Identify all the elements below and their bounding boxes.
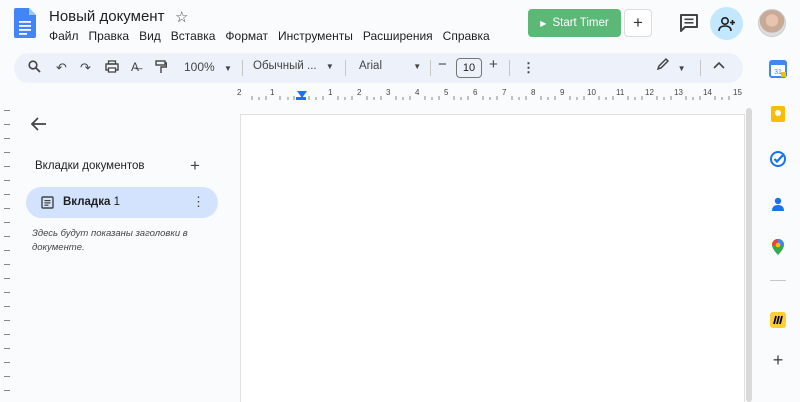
play-icon: ▶ <box>540 18 547 28</box>
ruler-label: 15 <box>733 88 742 97</box>
tab-label: Вкладка 1 <box>63 196 120 208</box>
maps-icon[interactable] <box>769 238 787 256</box>
search-icon[interactable] <box>28 60 41 76</box>
avatar[interactable] <box>758 9 786 37</box>
menu-file[interactable]: Файл <box>49 29 79 43</box>
document-tabs-title: Вкладки документов <box>35 160 145 172</box>
chevron-down-icon: ▼ <box>677 64 686 73</box>
editing-mode-button[interactable]: ▼ <box>656 57 686 74</box>
ruler-label: 3 <box>386 88 391 97</box>
ruler-label: 9 <box>560 88 565 97</box>
tab-number: 1 <box>113 196 120 208</box>
calendar-icon[interactable]: 31 <box>769 60 787 78</box>
ruler-label: 12 <box>645 88 654 97</box>
chevron-down-icon: ▼ <box>413 62 422 71</box>
add-tab-button[interactable]: + <box>190 156 200 176</box>
contacts-icon[interactable] <box>769 195 787 213</box>
print-icon[interactable] <box>105 60 119 76</box>
outline-hint: Здесь будут показаны заголовки в докумен… <box>32 228 188 253</box>
back-arrow-icon[interactable] <box>30 115 47 136</box>
side-panel: 31 + <box>757 50 800 402</box>
header: Новый документ ☆ Файл Правка Вид Вставка… <box>0 0 800 50</box>
tasks-icon[interactable] <box>769 150 787 168</box>
document-icon <box>41 196 54 209</box>
ruler-label: 7 <box>502 88 507 97</box>
start-timer-button[interactable]: ▶ Start Timer <box>528 9 621 37</box>
docs-logo-icon[interactable] <box>14 8 36 38</box>
toolbar-divider <box>430 60 431 76</box>
collapse-toolbar-icon[interactable] <box>713 58 725 73</box>
pencil-icon <box>656 57 670 71</box>
menu-insert[interactable]: Вставка <box>171 29 216 43</box>
chevron-down-icon: ▼ <box>224 64 232 73</box>
ruler-label: 6 <box>473 88 478 97</box>
side-panel-divider <box>770 280 786 281</box>
zoom-select[interactable]: 100% ▼ <box>184 60 232 74</box>
ruler-label: 10 <box>587 88 596 97</box>
font-size-input[interactable]: 10 <box>456 58 482 78</box>
chevron-down-icon: ▼ <box>325 62 334 71</box>
ruler-label: 5 <box>444 88 449 97</box>
zoom-value: 100% <box>184 60 215 74</box>
add-person-icon <box>717 16 735 31</box>
keep-icon[interactable] <box>769 105 787 123</box>
paint-format-icon[interactable] <box>155 60 168 77</box>
menu-edit[interactable]: Правка <box>89 29 130 43</box>
comment-icon[interactable] <box>678 12 700 34</box>
menu-view[interactable]: Вид <box>139 29 161 43</box>
first-line-indent-marker[interactable] <box>296 97 306 100</box>
tab-label-text: Вкладка <box>63 196 111 208</box>
tab-item-1[interactable]: Вкладка 1 ⋮ <box>26 187 218 218</box>
toolbar-divider <box>700 60 701 76</box>
toolbar-divider <box>509 60 510 76</box>
ruler-label: 4 <box>415 88 420 97</box>
ruler-label: 13 <box>674 88 683 97</box>
increase-font-size-button[interactable]: + <box>489 56 498 73</box>
menu-extensions[interactable]: Расширения <box>363 29 433 43</box>
ruler-label: 2 <box>237 88 242 97</box>
ruler-label: 11 <box>616 88 625 97</box>
spellcheck-icon[interactable]: A̶ <box>131 60 139 74</box>
menu-format[interactable]: Формат <box>225 29 268 43</box>
font-select[interactable]: Arial ▼ <box>359 60 421 72</box>
get-addons-plus-icon[interactable]: + <box>769 351 787 369</box>
ruler-label: 14 <box>703 88 712 97</box>
svg-text:31: 31 <box>774 69 782 76</box>
vertical-scrollbar[interactable] <box>746 108 752 402</box>
star-icon[interactable]: ☆ <box>175 8 188 26</box>
vertical-ruler[interactable] <box>0 102 14 402</box>
menu-bar: Файл Правка Вид Вставка Формат Инструмен… <box>49 29 500 43</box>
ruler-label: 8 <box>531 88 536 97</box>
more-options-icon[interactable]: ⋮ <box>522 60 535 76</box>
style-value: Обычный ... <box>253 60 317 72</box>
document-page[interactable] <box>240 114 745 402</box>
menu-help[interactable]: Справка <box>443 29 490 43</box>
ruler-label: 1 <box>328 88 333 97</box>
horizontal-ruler[interactable]: 2 1 1 2 3 4 5 6 7 8 9 10 11 12 13 14 15 <box>237 88 744 102</box>
decrease-font-size-button[interactable]: − <box>438 56 447 73</box>
undo-icon[interactable]: ↶ <box>56 60 67 76</box>
style-select[interactable]: Обычный ... ▼ <box>253 60 334 72</box>
toolbar-divider <box>345 60 346 76</box>
redo-icon[interactable]: ↷ <box>80 60 91 76</box>
start-timer-label: Start Timer <box>552 17 609 29</box>
share-button[interactable] <box>710 7 743 40</box>
more-options-icon[interactable]: ⋮ <box>192 194 205 210</box>
miro-icon[interactable] <box>769 311 787 329</box>
ruler-label: 2 <box>357 88 362 97</box>
ruler-label: 1 <box>270 88 275 97</box>
toolbar-divider <box>242 60 243 76</box>
add-button[interactable]: + <box>624 9 652 37</box>
font-value: Arial <box>359 60 383 72</box>
document-title[interactable]: Новый документ <box>49 8 164 25</box>
menu-tools[interactable]: Инструменты <box>278 29 353 43</box>
